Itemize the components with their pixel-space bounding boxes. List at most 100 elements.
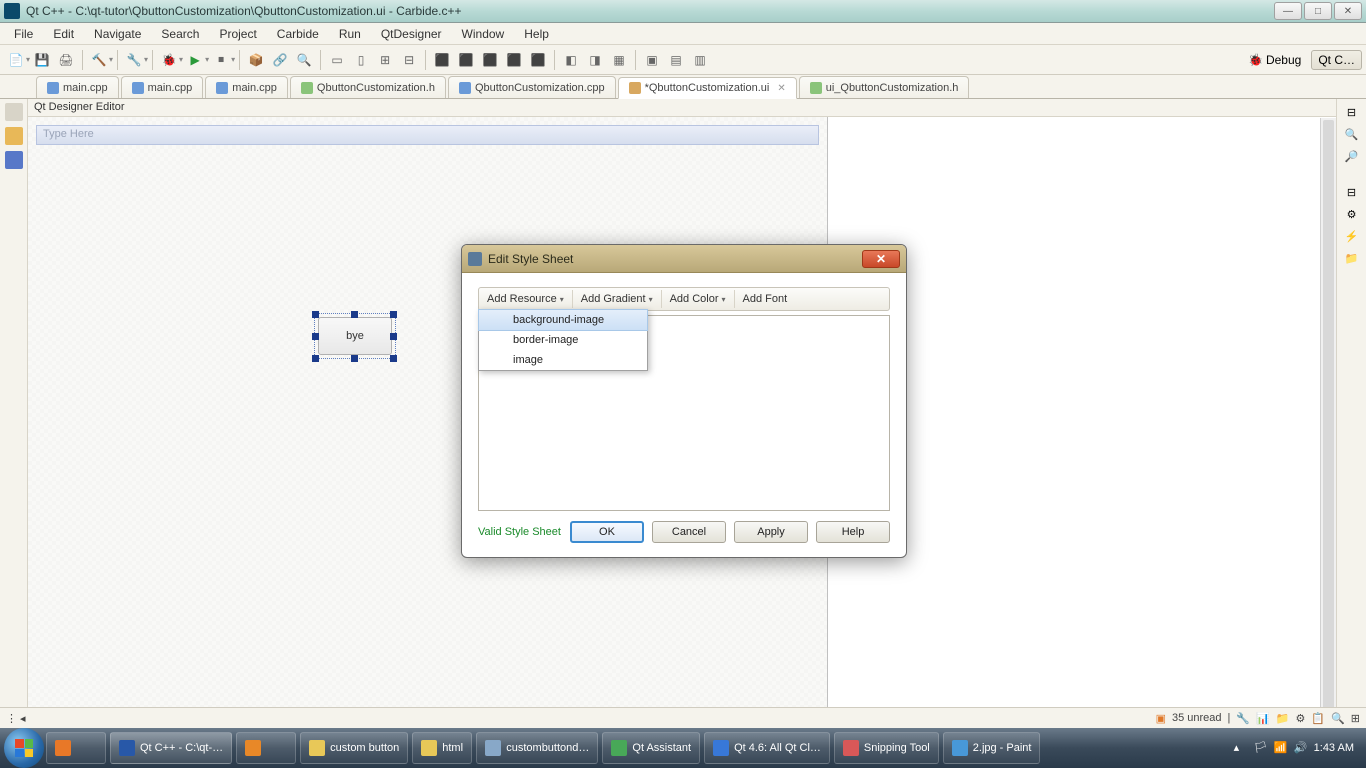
tab-qbutton-ui[interactable]: *QbuttonCustomization.ui✕ xyxy=(618,77,797,99)
align-center-icon[interactable]: ⬛ xyxy=(457,51,475,69)
handle-w[interactable] xyxy=(312,333,319,340)
tab-main-cpp-3[interactable]: main.cpp xyxy=(205,76,288,98)
task-paint[interactable]: 2.jpg - Paint xyxy=(943,732,1041,764)
gutter-icon-3[interactable] xyxy=(5,151,23,169)
cancel-button[interactable]: Cancel xyxy=(652,521,726,543)
debug-icon[interactable]: 🐞 xyxy=(160,51,178,69)
tray-flag-icon[interactable]: 🏳 xyxy=(1254,741,1268,755)
tab-main-cpp-2[interactable]: main.cpp xyxy=(121,76,204,98)
widget3-icon[interactable]: ▦ xyxy=(610,51,628,69)
minimize-button[interactable]: — xyxy=(1274,2,1302,20)
dropdown-border-image[interactable]: border-image xyxy=(479,330,647,350)
task-qtcpp[interactable]: Qt C++ - C:\qt-… xyxy=(110,732,232,764)
designed-button[interactable]: bye xyxy=(318,317,392,355)
signals-icon[interactable]: ⚡ xyxy=(1343,227,1361,245)
task-custombuttond[interactable]: custombuttond… xyxy=(476,732,598,764)
menu-edit[interactable]: Edit xyxy=(43,25,84,43)
menu-navigate[interactable]: Navigate xyxy=(84,25,151,43)
help-button[interactable]: Help xyxy=(816,521,890,543)
debug-perspective[interactable]: 🐞Debug xyxy=(1242,51,1307,69)
add-font-button[interactable]: Add Font xyxy=(735,290,796,308)
align-left-icon[interactable]: ⬛ xyxy=(433,51,451,69)
widget2-icon[interactable]: ◨ xyxy=(586,51,604,69)
restore2-icon[interactable]: ⊟ xyxy=(1343,183,1361,201)
form2-icon[interactable]: ▤ xyxy=(667,51,685,69)
dialog-titlebar[interactable]: Edit Style Sheet ✕ xyxy=(462,245,906,273)
layout-v-icon[interactable]: ▯ xyxy=(352,51,370,69)
menu-carbide[interactable]: Carbide xyxy=(267,25,329,43)
start-button[interactable] xyxy=(4,728,44,768)
tool-icon[interactable]: 🔧 xyxy=(125,51,143,69)
resources-icon[interactable]: 📁 xyxy=(1343,249,1361,267)
stop-icon[interactable]: ⏹ xyxy=(212,51,230,69)
layout-h-icon[interactable]: ▭ xyxy=(328,51,346,69)
menu-run[interactable]: Run xyxy=(329,25,371,43)
gutter-icon-2[interactable] xyxy=(5,127,23,145)
link-icon[interactable]: 🔗 xyxy=(271,51,289,69)
dropdown-background-image[interactable]: background-image xyxy=(478,309,648,331)
menu-file[interactable]: File xyxy=(4,25,43,43)
add-gradient-button[interactable]: Add Gradient ▾ xyxy=(573,290,662,308)
add-resource-button[interactable]: Add Resource ▾ xyxy=(479,290,573,308)
form-icon[interactable]: ▣ xyxy=(643,51,661,69)
qtc-perspective[interactable]: Qt C… xyxy=(1311,50,1362,70)
gutter-icon-1[interactable] xyxy=(5,103,23,121)
menu-search[interactable]: Search xyxy=(151,25,209,43)
props-icon[interactable]: ⚙ xyxy=(1343,205,1361,223)
search2-icon[interactable]: 🔎 xyxy=(1343,147,1361,165)
align-right-icon[interactable]: ⬛ xyxy=(481,51,499,69)
status-icon-7[interactable]: ⊞ xyxy=(1351,712,1360,725)
layout-break-icon[interactable]: ⊟ xyxy=(400,51,418,69)
menu-window[interactable]: Window xyxy=(452,25,515,43)
menu-help[interactable]: Help xyxy=(514,25,559,43)
dialog-close-button[interactable]: ✕ xyxy=(862,250,900,268)
tray-chevron-icon[interactable]: ▴ xyxy=(1234,741,1248,755)
type-here-hint[interactable]: Type Here xyxy=(36,125,819,145)
status-icon-2[interactable]: 📊 xyxy=(1256,712,1270,725)
task-vlc[interactable] xyxy=(46,732,106,764)
dropdown-image[interactable]: image xyxy=(479,350,647,370)
menu-project[interactable]: Project xyxy=(209,25,266,43)
handle-sw[interactable] xyxy=(312,355,319,362)
layout-grid-icon[interactable]: ⊞ xyxy=(376,51,394,69)
form3-icon[interactable]: ▥ xyxy=(691,51,709,69)
clock[interactable]: 1:43 AM xyxy=(1314,742,1354,754)
task-media[interactable] xyxy=(236,732,296,764)
task-qtassistant[interactable]: Qt Assistant xyxy=(602,732,700,764)
package-icon[interactable]: 📦 xyxy=(247,51,265,69)
widget-icon[interactable]: ◧ xyxy=(562,51,580,69)
task-snipping[interactable]: Snipping Tool xyxy=(834,732,939,764)
handle-ne[interactable] xyxy=(390,311,397,318)
menu-qtdesigner[interactable]: QtDesigner xyxy=(371,25,452,43)
align-bottom-icon[interactable]: ⬛ xyxy=(529,51,547,69)
save-icon[interactable]: 💾 xyxy=(33,51,51,69)
task-folder-html[interactable]: html xyxy=(412,732,472,764)
handle-n[interactable] xyxy=(351,311,358,318)
unread-count[interactable]: 35 unread xyxy=(1172,712,1222,724)
scrollbar-vertical[interactable] xyxy=(1320,118,1336,728)
add-color-button[interactable]: Add Color ▾ xyxy=(662,290,735,308)
apply-button[interactable]: Apply xyxy=(734,521,808,543)
tab-main-cpp-1[interactable]: main.cpp xyxy=(36,76,119,98)
handle-nw[interactable] xyxy=(312,311,319,318)
status-icon-4[interactable]: ⚙ xyxy=(1296,712,1306,725)
close-button[interactable]: ✕ xyxy=(1334,2,1362,20)
print-icon[interactable]: 🖨 xyxy=(57,51,75,69)
ok-button[interactable]: OK xyxy=(570,521,644,543)
restore-icon[interactable]: ⊟ xyxy=(1343,103,1361,121)
build-icon[interactable]: 🔨 xyxy=(90,51,108,69)
status-icon-6[interactable]: 🔍 xyxy=(1331,712,1345,725)
status-icon-3[interactable]: 📁 xyxy=(1276,712,1290,725)
rss-icon[interactable]: ▣ xyxy=(1156,712,1166,725)
tab-ui-qbutton-h[interactable]: ui_QbuttonCustomization.h xyxy=(799,76,970,98)
tray-volume-icon[interactable]: 🔊 xyxy=(1294,741,1308,755)
task-browser[interactable]: Qt 4.6: All Qt Cl… xyxy=(704,732,830,764)
run-icon[interactable]: ▶ xyxy=(186,51,204,69)
tab-qbutton-cpp[interactable]: QbuttonCustomization.cpp xyxy=(448,76,616,98)
task-folder-custombutton[interactable]: custom button xyxy=(300,732,408,764)
search-icon[interactable]: 🔍 xyxy=(295,51,313,69)
handle-e[interactable] xyxy=(390,333,397,340)
handle-se[interactable] xyxy=(390,355,397,362)
align-top-icon[interactable]: ⬛ xyxy=(505,51,523,69)
tray-network-icon[interactable]: 📶 xyxy=(1274,741,1288,755)
